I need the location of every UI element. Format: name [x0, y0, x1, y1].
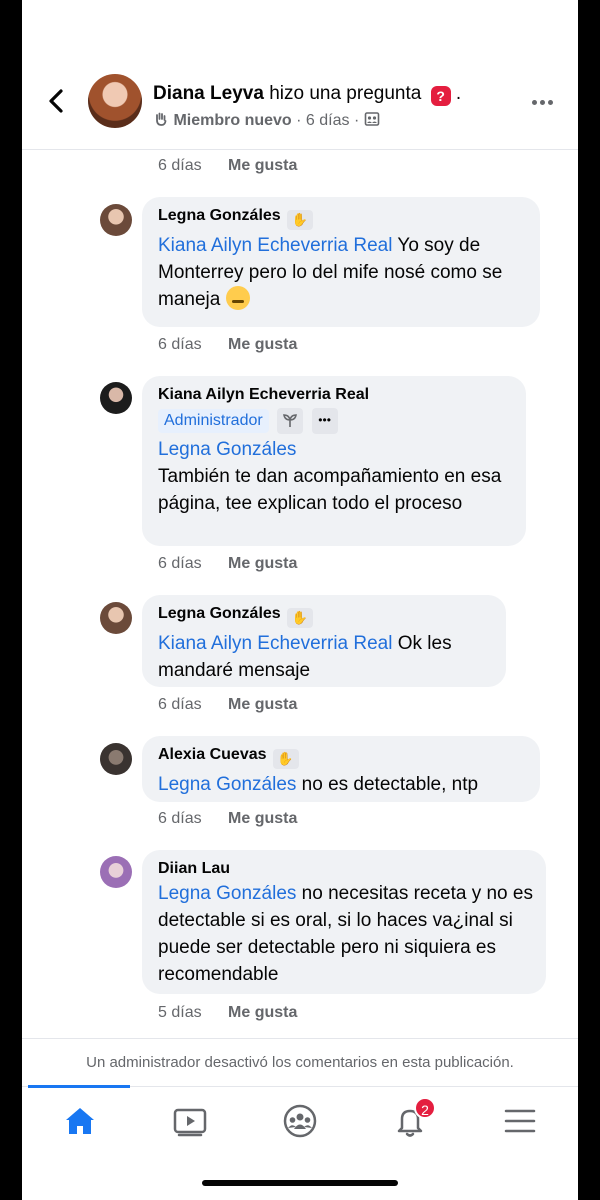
- member-role: Miembro nuevo: [173, 112, 292, 129]
- comment-bubble: Kiana Ailyn Echeverria Real Administrado…: [142, 376, 526, 546]
- commenter-avatar[interactable]: [100, 382, 132, 414]
- comment-time[interactable]: 6 días: [158, 157, 202, 174]
- comment-time[interactable]: 6 días: [158, 810, 202, 827]
- comment-actions: 5 días Me gusta: [158, 1004, 297, 1022]
- home-icon[interactable]: [60, 1101, 100, 1141]
- commenter-avatar[interactable]: [100, 602, 132, 634]
- notification-count-badge: 2: [414, 1097, 436, 1119]
- comment-text: Legna Gonzáles no necesitas receta y no …: [158, 883, 533, 985]
- author-avatar[interactable]: [88, 74, 142, 128]
- active-tab-indicator: [28, 1085, 130, 1088]
- comment-author: Alexia Cuevas ✋: [158, 746, 524, 769]
- comment-bubble: Alexia Cuevas ✋ Legna Gonzáles no es dete…: [142, 736, 540, 802]
- comments-disabled-notice: Un administrador desactivó los comentari…: [22, 1038, 578, 1086]
- wave-hand-icon: ✋: [272, 749, 299, 769]
- comment-author: Legna Gonzáles ✋: [158, 207, 524, 230]
- comment-bubble: Legna Gonzáles ✋ Kiana Ailyn Echeverria R…: [142, 197, 540, 327]
- comment-author[interactable]: Kiana Ailyn Echeverria Real: [158, 386, 510, 404]
- sad-face-emoji-icon: [225, 286, 250, 310]
- comment-text: Kiana Ailyn Echeverria Real Ok les manda…: [158, 633, 452, 681]
- mention-link[interactable]: Legna Gonzáles: [158, 883, 296, 904]
- mention-link[interactable]: Legna Gonzáles: [158, 774, 296, 795]
- post-title: Diana Leyva hizo una pregunta ? .: [153, 83, 461, 106]
- admin-badges: Administrador •••: [158, 408, 510, 434]
- comment-time[interactable]: 6 días: [158, 696, 202, 713]
- menu-icon[interactable]: [500, 1101, 540, 1141]
- comment-actions: 6 días Me gusta: [158, 555, 297, 573]
- commenter-avatar[interactable]: [100, 204, 132, 236]
- like-button[interactable]: Me gusta: [228, 696, 297, 713]
- comment-actions: 6 días Me gusta: [158, 157, 297, 175]
- comment-bubble: Diian Lau Legna Gonzáles no necesitas re…: [142, 850, 546, 994]
- wave-hand-icon: ✋: [286, 608, 313, 628]
- admin-badge[interactable]: Administrador: [158, 409, 269, 434]
- comment-time[interactable]: 6 días: [158, 555, 202, 572]
- comment-author: Legna Gonzáles ✋: [158, 605, 490, 628]
- comment-actions: 6 días Me gusta: [158, 696, 297, 714]
- title-dot: .: [455, 83, 462, 104]
- comment-text: Kiana Ailyn Echeverria Real Yo soy de Mo…: [158, 235, 503, 310]
- mention-link[interactable]: Kiana Ailyn Echeverria Real: [158, 235, 392, 256]
- video-icon[interactable]: [170, 1101, 210, 1141]
- wave-hand-icon: [153, 112, 173, 129]
- back-arrow-icon[interactable]: [42, 86, 70, 116]
- comment-author[interactable]: Diian Lau: [158, 860, 530, 878]
- commenter-avatar[interactable]: [100, 743, 132, 775]
- like-button[interactable]: Me gusta: [228, 157, 297, 174]
- app-screen: Diana Leyva hizo una pregunta ? . Miembr…: [22, 0, 578, 1200]
- mention-link[interactable]: Kiana Ailyn Echeverria Real: [158, 633, 392, 654]
- more-icon[interactable]: [532, 92, 558, 108]
- comment-actions: 6 días Me gusta: [158, 810, 297, 828]
- bottom-tab-bar: 2: [22, 1085, 578, 1156]
- comment-bubble: Legna Gonzáles ✋ Kiana Ailyn Echeverria R…: [142, 595, 506, 687]
- commenter-avatar[interactable]: [100, 856, 132, 888]
- sprout-icon: [277, 408, 304, 434]
- groups-icon[interactable]: [280, 1101, 320, 1141]
- group-privacy-icon: [364, 112, 380, 129]
- author-name[interactable]: Diana Leyva: [153, 83, 264, 104]
- post-time[interactable]: 6 días: [306, 112, 350, 129]
- separator: ·: [353, 112, 360, 129]
- home-indicator[interactable]: [202, 1180, 398, 1186]
- question-icon: ?: [430, 86, 451, 106]
- more-badges-icon[interactable]: •••: [311, 408, 338, 434]
- like-button[interactable]: Me gusta: [228, 1004, 297, 1021]
- like-button[interactable]: Me gusta: [228, 336, 297, 353]
- post-subtitle: Miembro nuevo · 6 días ·: [153, 111, 380, 130]
- like-button[interactable]: Me gusta: [228, 810, 297, 827]
- separator: ·: [296, 112, 302, 129]
- wave-hand-icon: ✋: [286, 210, 313, 230]
- mention-link[interactable]: Legna Gonzáles: [158, 436, 510, 463]
- comment-text: Legna Gonzáles no es detectable, ntp: [158, 774, 479, 795]
- comment-time[interactable]: 6 días: [158, 336, 202, 353]
- comment-text: Legna Gonzáles También te dan acompañami…: [158, 436, 510, 517]
- comment-time[interactable]: 5 días: [158, 1004, 202, 1021]
- like-button[interactable]: Me gusta: [228, 555, 297, 572]
- comment-actions: 6 días Me gusta: [158, 336, 297, 354]
- post-header: Diana Leyva hizo una pregunta ? . Miembr…: [22, 0, 578, 150]
- post-action-text: hizo una pregunta: [269, 83, 422, 104]
